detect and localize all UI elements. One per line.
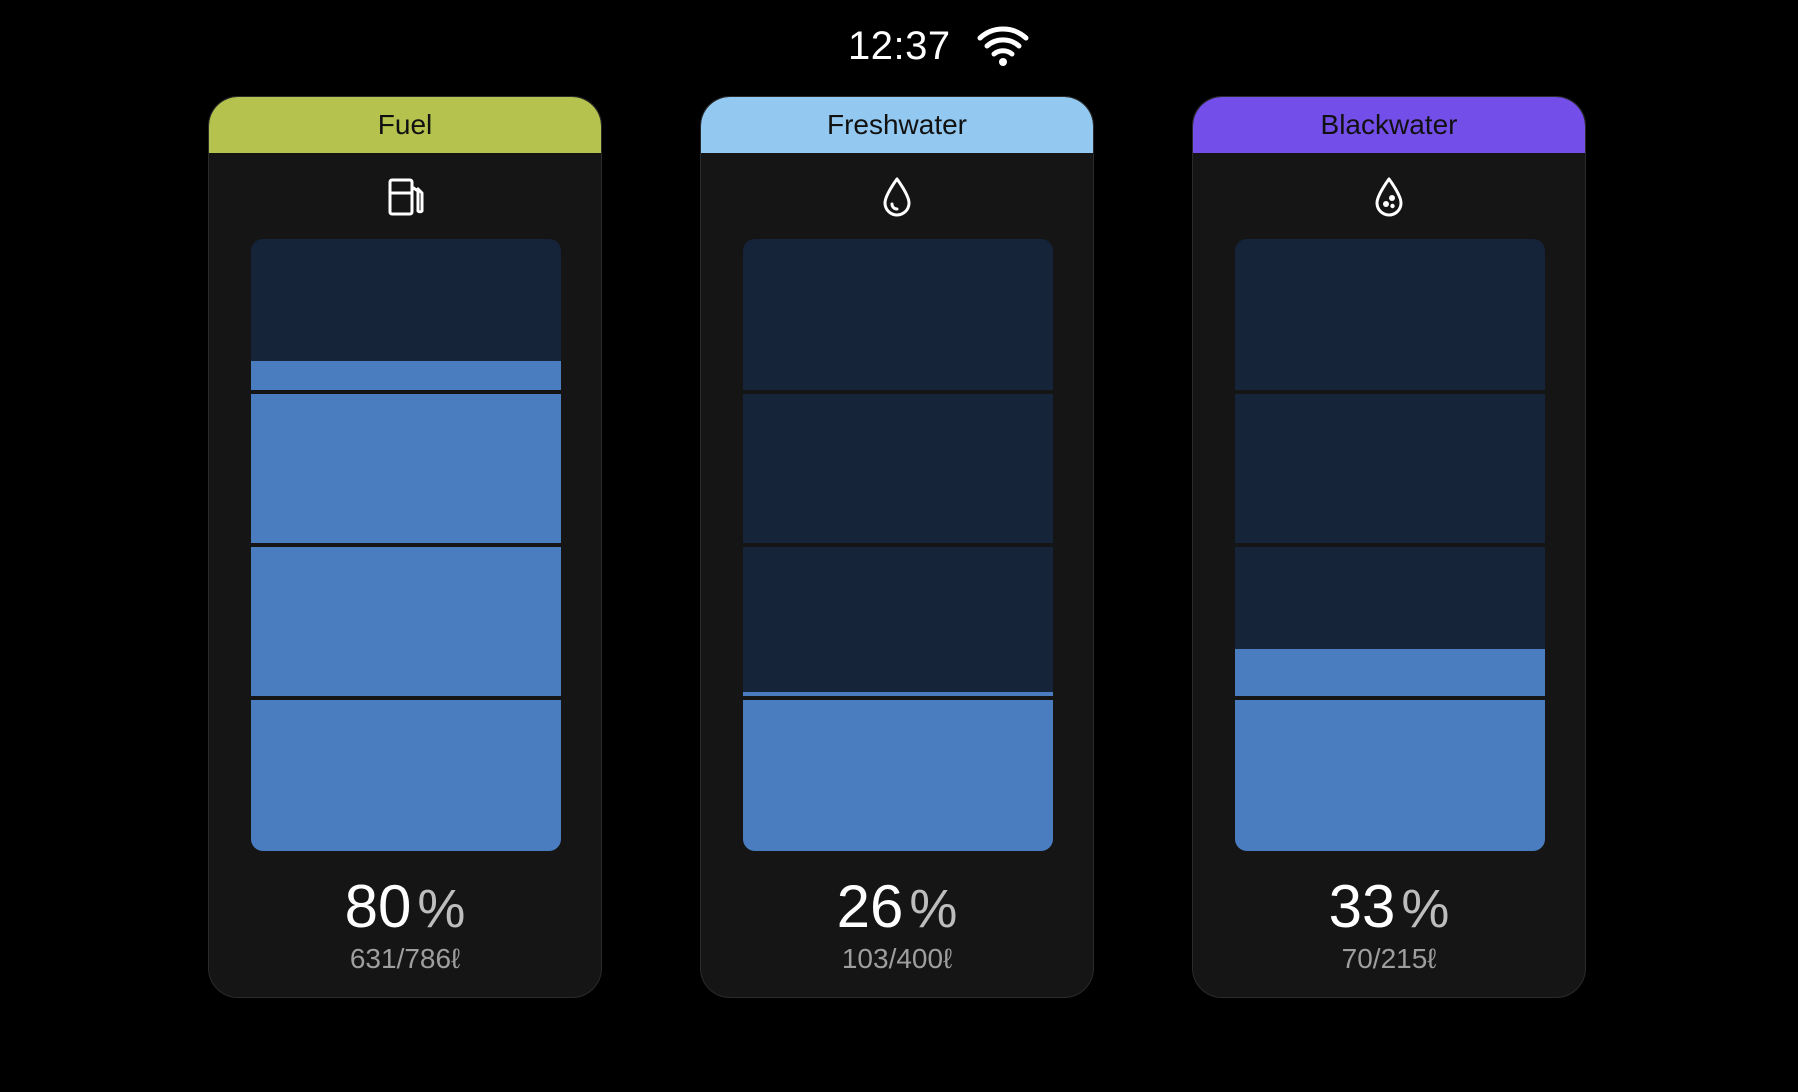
waste-drop-icon <box>1375 177 1403 217</box>
tank-percent: 26% <box>701 871 1093 945</box>
tank-card-blackwater[interactable]: Blackwater 33% 70/215ℓ <box>1192 96 1586 998</box>
tank-volume: 631/786ℓ <box>349 943 461 974</box>
tank-divider <box>1235 543 1545 547</box>
tank-level-fill <box>743 691 1053 851</box>
tank-divider <box>1235 390 1545 394</box>
tank-divider <box>743 543 1053 547</box>
clock: 12:37 <box>848 24 951 68</box>
tank-card-fuel[interactable]: Fuel 80% 631/786ℓ <box>208 96 602 998</box>
tank-percent: 33% <box>1193 871 1585 945</box>
water-drop-icon <box>883 177 911 217</box>
tank-card-header: Fuel <box>209 97 601 153</box>
tank-percent-value: 33 <box>1328 873 1396 940</box>
tank-divider <box>251 390 561 394</box>
tank-divider <box>743 696 1053 700</box>
tank-divider <box>1235 696 1545 700</box>
tank-divider <box>743 390 1053 394</box>
tank-gauge <box>251 239 561 851</box>
tank-gauge <box>743 239 1053 851</box>
tank-percent-value: 26 <box>836 873 904 940</box>
tank-level-fill <box>251 361 561 851</box>
tank-percent-value: 80 <box>344 873 412 940</box>
tank-card-header: Blackwater <box>1193 97 1585 153</box>
tank-percent-sign: % <box>417 879 466 939</box>
tank-volume: 103/400ℓ <box>841 943 953 974</box>
status-bar: 12:37 <box>0 0 1798 92</box>
tank-gauge <box>1235 239 1545 851</box>
tank-volume: 70/215ℓ <box>1341 943 1437 974</box>
tank-divider <box>251 543 561 547</box>
wifi-icon <box>977 26 1029 66</box>
tank-divider <box>251 696 561 700</box>
tank-card-freshwater[interactable]: Freshwater 26% 103/400ℓ <box>700 96 1094 998</box>
tank-percent: 80% <box>209 871 601 945</box>
fuel-pump-icon <box>388 178 424 216</box>
tank-card-header: Freshwater <box>701 97 1093 153</box>
tank-percent-sign: % <box>1401 879 1450 939</box>
tank-percent-sign: % <box>909 879 958 939</box>
tank-level-fill <box>1235 649 1545 851</box>
